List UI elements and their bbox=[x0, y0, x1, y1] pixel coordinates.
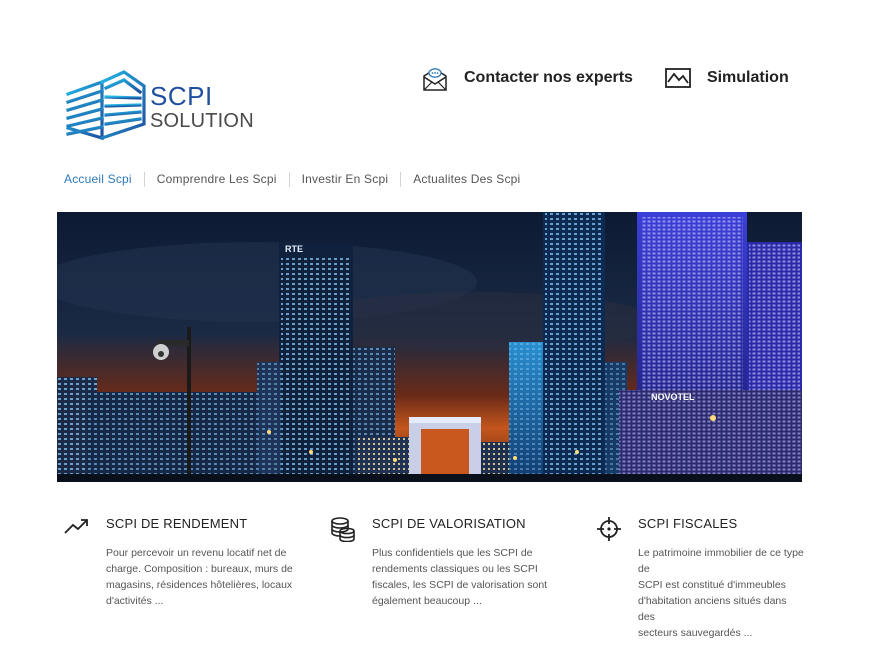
feature-rendement[interactable]: SCPI DE RENDEMENT Pour percevoir un reve… bbox=[64, 512, 330, 641]
feature-title: SCPI FISCALES bbox=[638, 516, 738, 531]
building-logo-icon bbox=[65, 70, 146, 141]
simulation-label: Simulation bbox=[706, 69, 789, 86]
feature-title: SCPI DE VALORISATION bbox=[372, 516, 526, 531]
feature-title: SCPI DE RENDEMENT bbox=[106, 516, 248, 531]
novotel-sign: NOVOTEL bbox=[651, 392, 695, 402]
features-section: SCPI DE RENDEMENT Pour percevoir un reve… bbox=[64, 512, 804, 641]
feature-text: Plus confidentiels que les SCPI de rende… bbox=[372, 547, 548, 607]
nav-item-investir-en-scpi[interactable]: Investir En Scpi bbox=[288, 172, 401, 187]
nav-item-actualites-des-scpi[interactable]: Actualites Des Scpi bbox=[400, 172, 532, 187]
chart-frame-icon bbox=[663, 63, 693, 93]
hero-banner: RTE NOVOTEL bbox=[57, 212, 802, 482]
nav-item-accueil-scpi[interactable]: Accueil Scpi bbox=[64, 172, 144, 187]
feature-fiscales[interactable]: SCPI FISCALES Le patrimoine immobilier d… bbox=[596, 512, 804, 641]
crosshair-icon bbox=[596, 516, 622, 542]
rte-sign: RTE bbox=[285, 244, 303, 254]
nav-item-comprendre-les-scpi[interactable]: Comprendre Les Scpi bbox=[143, 172, 289, 187]
main-nav: Accueil Scpi Comprendre Les Scpi Investi… bbox=[64, 172, 532, 187]
header-actions: Contacter nos experts Simulation bbox=[420, 62, 789, 94]
contact-experts-link[interactable]: Contacter nos experts bbox=[420, 63, 633, 93]
trending-up-icon bbox=[64, 516, 90, 542]
hero-skyline-image: RTE NOVOTEL bbox=[57, 212, 802, 482]
envelope-chat-icon bbox=[420, 63, 450, 93]
coins-stack-icon bbox=[330, 516, 356, 542]
logo-text-solution: SOLUTION bbox=[150, 110, 254, 132]
feature-text: Le patrimoine immobilier de ce type de S… bbox=[638, 547, 804, 639]
site-logo[interactable]: SCPI SOLUTION bbox=[64, 62, 264, 146]
logo-text-scpi: SCPI bbox=[150, 81, 213, 111]
feature-text: Pour percevoir un revenu locatif net de … bbox=[106, 547, 293, 607]
feature-valorisation[interactable]: SCPI DE VALORISATION Plus confidentiels … bbox=[330, 512, 596, 641]
simulation-link[interactable]: Simulation bbox=[663, 63, 789, 93]
contact-experts-label: Contacter nos experts bbox=[464, 69, 633, 86]
